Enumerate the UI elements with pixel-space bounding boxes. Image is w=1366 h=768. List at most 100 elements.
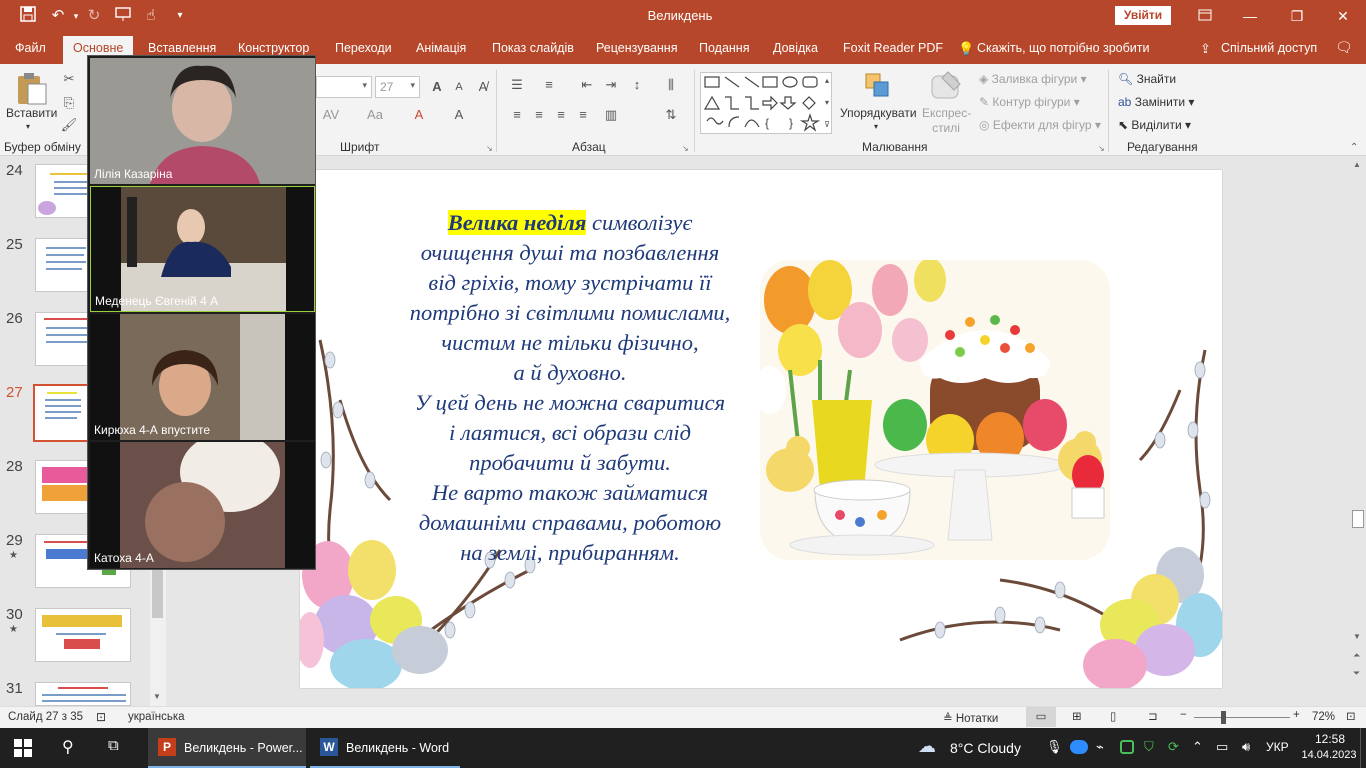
align-center-icon[interactable]: ≡	[530, 106, 548, 124]
participant-tile[interactable]: Катоха 4-А	[90, 442, 315, 568]
shapes-scroll-down-icon[interactable]: ▾	[818, 94, 836, 112]
reading-view-icon[interactable]: ▯	[1110, 709, 1116, 723]
customize-toolbar-icon[interactable]: ▾	[170, 6, 190, 26]
arrange-dropdown-icon[interactable]: ▾	[874, 122, 878, 131]
undo-icon[interactable]: ↶	[48, 6, 68, 26]
paste-dropdown-icon[interactable]: ▾	[26, 122, 30, 131]
cloud-icon[interactable]: ☁	[918, 736, 936, 757]
scroll-thumb[interactable]	[1352, 510, 1364, 528]
close-icon[interactable]: ✕	[1328, 4, 1358, 28]
align-left-icon[interactable]: ≡	[508, 106, 526, 124]
spacing-icon[interactable]: AV	[322, 106, 340, 124]
quick-styles-icon[interactable]	[930, 70, 964, 102]
input-language[interactable]: УКР	[1266, 740, 1289, 754]
tab-help[interactable]: Довідка	[773, 41, 818, 55]
task-view-icon[interactable]: ⧉	[108, 737, 119, 754]
tab-transitions[interactable]: Переходи	[335, 41, 392, 55]
paste-button[interactable]: Вставити	[6, 106, 57, 120]
drawing-dialog-launcher-icon[interactable]: ↘	[1098, 144, 1105, 153]
collapse-ribbon-icon[interactable]: ⌃	[1350, 142, 1358, 153]
sign-in-button[interactable]: Увійти	[1115, 6, 1171, 25]
arrange-button[interactable]: Упорядкувати	[840, 106, 917, 120]
zoom-slider-thumb[interactable]	[1221, 711, 1226, 724]
shapes-more-icon[interactable]: ⊽	[818, 116, 836, 134]
decrease-indent-icon[interactable]: ⇤	[578, 76, 596, 94]
text-direction-icon[interactable]: ⇅	[662, 106, 680, 124]
tab-slideshow[interactable]: Показ слайдів	[492, 41, 574, 55]
tray-chevron-icon[interactable]: ⌃	[1192, 739, 1203, 755]
replace-button[interactable]: ab Замінити ▾	[1118, 95, 1194, 109]
participant-tile[interactable]: Лілія Казаріна	[90, 58, 315, 184]
tab-animations[interactable]: Анімація	[416, 41, 466, 55]
shape-outline-button[interactable]: ✎ Контур фігури ▾	[979, 95, 1080, 109]
restore-icon[interactable]: ❐	[1282, 4, 1312, 28]
volume-icon[interactable]: 🔊︎	[1242, 739, 1250, 755]
spellcheck-icon[interactable]: ⊡	[96, 710, 106, 724]
participant-tile-active-speaker[interactable]: Меденець Євгеній 4 А	[90, 186, 315, 312]
clock-time[interactable]: 12:58	[1306, 732, 1354, 746]
copy-icon[interactable]: ⎘	[60, 94, 78, 112]
increase-indent-icon[interactable]: ⇥	[602, 76, 620, 94]
font-dialog-launcher-icon[interactable]: ↘	[486, 144, 493, 153]
shrink-font-icon[interactable]: A	[450, 78, 468, 96]
notes-button[interactable]: ≜ Нотатки	[943, 711, 998, 725]
present-icon[interactable]	[113, 6, 133, 26]
font-color-icon[interactable]: A	[410, 106, 428, 124]
slideshow-view-icon[interactable]: ⊐	[1148, 709, 1158, 723]
network-icon[interactable]: ▭	[1216, 739, 1228, 755]
quick-styles-button[interactable]: Експрес-стилі	[922, 106, 971, 136]
columns-icon[interactable]: ⫼	[662, 76, 680, 94]
numbering-icon[interactable]: ≡	[540, 76, 558, 94]
find-button[interactable]: 🔍︎ Знайти	[1118, 72, 1176, 86]
tab-foxit[interactable]: Foxit Reader PDF	[843, 41, 943, 55]
highlight-color-icon[interactable]: A	[450, 106, 468, 124]
change-case-icon[interactable]: Aa	[366, 106, 384, 124]
participant-tile[interactable]: Кирюха 4-А впустите	[90, 314, 315, 440]
zoom-slider[interactable]	[1194, 717, 1290, 718]
tab-view[interactable]: Подання	[699, 41, 749, 55]
comments-icon[interactable]: 🗨	[1335, 39, 1353, 56]
taskbar-app-word[interactable]: W Великдень - Word	[310, 728, 460, 768]
slide-thumbnail-30[interactable]	[35, 608, 131, 662]
tab-insert[interactable]: Вставлення	[148, 41, 216, 55]
scroll-up-icon[interactable]: ▲	[1353, 160, 1361, 169]
slide-sorter-icon[interactable]: ⊞	[1072, 709, 1082, 723]
editor-scrollbar[interactable]: ▲ ▼ ⏶ ⏷	[1350, 156, 1366, 706]
slide-thumbnail-31[interactable]	[35, 682, 131, 706]
sync-icon[interactable]: ⟳	[1168, 739, 1179, 755]
fit-to-window-icon[interactable]: ⊡	[1346, 709, 1356, 723]
scroll-down-icon[interactable]: ▼	[1353, 632, 1361, 641]
tab-file[interactable]: Файл	[15, 41, 46, 55]
scroll-down-icon[interactable]: ▼	[153, 692, 161, 701]
undo-dropdown-icon[interactable]: ▾	[66, 6, 86, 26]
shape-fill-button[interactable]: ◈ Заливка фігури ▾	[979, 72, 1087, 86]
language-indicator[interactable]: українська	[128, 711, 185, 723]
next-slide-icon[interactable]: ⏷	[1353, 668, 1360, 679]
normal-view-icon[interactable]: ▭	[1026, 707, 1056, 727]
justify-icon[interactable]: ≡	[574, 106, 592, 124]
shapes-scroll-up-icon[interactable]: ▴	[818, 72, 836, 90]
paragraph-dialog-launcher-icon[interactable]: ↘	[682, 144, 689, 153]
line-spacing-icon[interactable]: ↕	[628, 76, 646, 94]
zoom-out-icon[interactable]: −	[1180, 709, 1187, 721]
select-button[interactable]: ⬉ Виділити ▾	[1118, 118, 1191, 132]
tray-app-icon[interactable]	[1120, 740, 1134, 754]
redo-icon[interactable]: ↻	[84, 6, 104, 26]
share-button[interactable]: Спільний доступ	[1221, 41, 1317, 55]
tab-design[interactable]: Конструктор	[238, 41, 309, 55]
tab-review[interactable]: Рецензування	[596, 41, 677, 55]
taskbar-app-powerpoint[interactable]: P Великдень - Power...	[148, 728, 306, 768]
show-desktop-button[interactable]	[1360, 728, 1366, 768]
format-painter-icon[interactable]: 🖌	[60, 116, 78, 134]
ribbon-display-options-icon[interactable]	[1190, 4, 1220, 28]
font-size-combo[interactable]: 27 ▾	[375, 76, 420, 98]
bullets-icon[interactable]: ☰	[508, 76, 526, 94]
align-right-icon[interactable]: ≡	[552, 106, 570, 124]
minimize-icon[interactable]: —	[1235, 4, 1265, 28]
clock-date[interactable]: 14.04.2023	[1298, 749, 1360, 761]
arrange-icon[interactable]	[862, 70, 894, 102]
zoom-in-icon[interactable]: +	[1293, 709, 1300, 721]
previous-slide-icon[interactable]: ⏶	[1353, 650, 1360, 661]
clear-formatting-icon[interactable]: A̸	[474, 78, 492, 96]
slide-canvas[interactable]: Велика неділя символізує очищення душі т…	[300, 170, 1222, 688]
